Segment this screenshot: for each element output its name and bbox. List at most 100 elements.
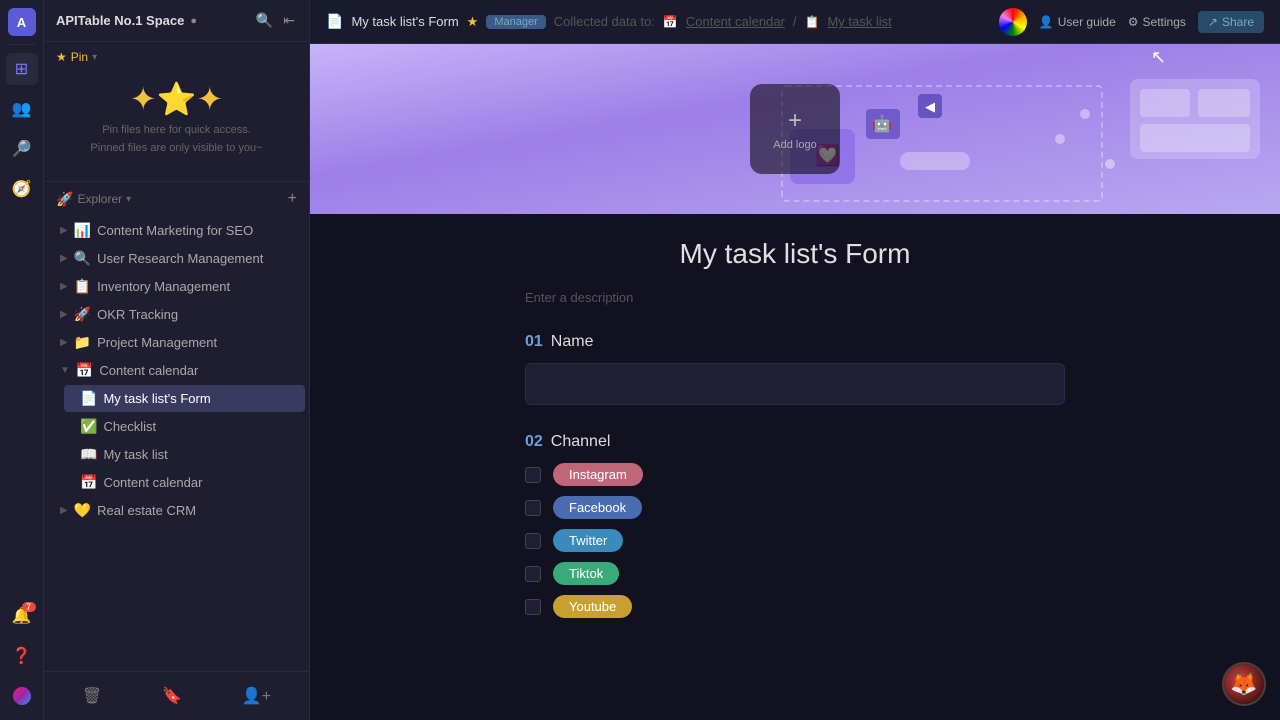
bottom-right-avatar[interactable]: 🦊	[1222, 662, 1266, 706]
channel-option-twitter[interactable]: Twitter	[525, 529, 1065, 552]
channel-option-instagram[interactable]: Instagram	[525, 463, 1065, 486]
sidebar-header: APITable No.1 Space ● 🔍 ⇤	[44, 0, 309, 42]
instagram-checkbox[interactable]	[525, 467, 541, 483]
rail-divider	[8, 44, 36, 45]
search-rail-icon[interactable]: 🔎	[6, 133, 38, 165]
add-member-button[interactable]: 👤+	[234, 682, 279, 710]
user-guide-button[interactable]: 👤 User guide	[1039, 15, 1116, 29]
item-icon: 📁	[74, 334, 91, 351]
tiktok-checkbox[interactable]	[525, 566, 541, 582]
item-label: My task list	[103, 447, 167, 462]
collected-label: Collected data to:	[554, 14, 655, 29]
sidebar-item-content-cal[interactable]: 📅 Content calendar	[64, 469, 305, 496]
delete-button[interactable]: 🗑	[74, 682, 110, 710]
add-logo-label: Add logo	[773, 139, 816, 151]
instagram-tag[interactable]: Instagram	[553, 463, 643, 486]
item-icon: 📋	[74, 278, 91, 295]
svg-text:🤖: 🤖	[872, 114, 892, 133]
channel-name-label: Channel	[551, 433, 611, 451]
item-icon: 📖	[80, 446, 97, 463]
channel-option-facebook[interactable]: Facebook	[525, 496, 1065, 519]
rainbow-icon[interactable]	[999, 8, 1027, 36]
youtube-checkbox[interactable]	[525, 599, 541, 615]
form-name: My task list's Form	[351, 14, 458, 29]
item-label: Content calendar	[103, 475, 202, 490]
share-button[interactable]: ↗ Share	[1198, 11, 1264, 33]
icon-rail: A ⊞ 👥 🔎 🧭 🔔 7 ❓	[0, 0, 44, 720]
add-logo-button[interactable]: + Add logo	[750, 84, 840, 174]
item-label: Content Marketing for SEO	[97, 223, 253, 238]
people-icon[interactable]: 👥	[6, 93, 38, 125]
item-label: My task list's Form	[103, 391, 210, 406]
content-calendar-link[interactable]: Content calendar	[686, 14, 785, 29]
explorer-add-button[interactable]: +	[288, 190, 297, 208]
explorer-label[interactable]: 🚀 Explorer ▾	[56, 191, 131, 208]
chevron-icon: ▶	[60, 253, 68, 264]
sidebar-tree: ▶ 📊 Content Marketing for SEO ▶ 🔍 User R…	[44, 216, 309, 671]
sidebar-title: APITable No.1 Space ●	[56, 13, 197, 28]
field-number-02: 02	[525, 433, 543, 451]
twitter-tag[interactable]: Twitter	[553, 529, 623, 552]
search-button[interactable]: 🔍	[254, 10, 275, 31]
sidebar-item-content-marketing[interactable]: ▶ 📊 Content Marketing for SEO	[48, 217, 305, 244]
sidebar-item-my-task-list[interactable]: 📖 My task list	[64, 441, 305, 468]
task-list-link[interactable]: My task list	[827, 14, 891, 29]
item-label: Project Management	[97, 335, 217, 350]
name-input[interactable]	[525, 363, 1065, 405]
tiktok-tag[interactable]: Tiktok	[553, 562, 619, 585]
topbar-right: 👤 User guide ⚙ Settings ↗ Share	[999, 8, 1264, 36]
item-label: User Research Management	[97, 251, 263, 266]
sidebar-title-text: APITable No.1 Space	[56, 13, 184, 28]
sidebar-item-checklist[interactable]: ✅ Checklist	[64, 413, 305, 440]
channel-field-label: 02 Channel	[525, 433, 1065, 451]
chevron-icon: ▼	[60, 365, 70, 376]
bookmark-button[interactable]: 🔖	[154, 682, 190, 710]
sidebar-item-project[interactable]: ▶ 📁 Project Management	[48, 329, 305, 356]
sidebar-item-inventory[interactable]: ▶ 📋 Inventory Management	[48, 273, 305, 300]
content-calendar-children: 📄 My task list's Form ✅ Checklist 📖 My t…	[60, 385, 309, 496]
pin-area: ★ Pin ▾ ✦⭐✦ Pin files here for quick acc…	[44, 42, 309, 182]
sidebar: APITable No.1 Space ● 🔍 ⇤ ★ Pin ▾ ✦⭐✦ Pi…	[44, 0, 310, 720]
sidebar-item-my-task-form[interactable]: 📄 My task list's Form	[64, 385, 305, 412]
sidebar-item-user-research[interactable]: ▶ 🔍 User Research Management	[48, 245, 305, 272]
channel-option-youtube[interactable]: Youtube	[525, 595, 1065, 618]
field-name-label: Name	[551, 333, 594, 351]
form-area: 💟 ◀ 🤖 + Add logo	[310, 44, 1280, 720]
sidebar-item-real-estate[interactable]: ▶ 💛 Real estate CRM	[48, 497, 305, 524]
star-icon[interactable]: ★	[467, 14, 479, 30]
pin-button[interactable]: ★ Pin ▾	[56, 50, 97, 64]
home-icon[interactable]: ⊞	[6, 53, 38, 85]
item-icon: 📊	[74, 222, 91, 239]
help-icon[interactable]: ❓	[6, 640, 38, 672]
settings-button[interactable]: ⚙ Settings	[1128, 15, 1186, 29]
item-label: Real estate CRM	[97, 503, 196, 518]
avatar-image: 🦊	[1224, 664, 1264, 704]
topbar: 📄 My task list's Form ★ Manager Collecte…	[310, 0, 1280, 44]
sidebar-item-content-calendar[interactable]: ▼ 📅 Content calendar	[48, 357, 305, 384]
facebook-tag[interactable]: Facebook	[553, 496, 642, 519]
form-title: My task list's Form	[525, 238, 1065, 270]
channel-field: 02 Channel Instagram Facebook Twitter	[525, 433, 1065, 618]
chevron-icon: ▶	[60, 225, 68, 236]
facebook-checkbox[interactable]	[525, 500, 541, 516]
svg-text:◀: ◀	[925, 99, 935, 114]
manager-badge: Manager	[486, 15, 545, 29]
form-description[interactable]: Enter a description	[525, 290, 1065, 305]
twitter-checkbox[interactable]	[525, 533, 541, 549]
youtube-tag[interactable]: Youtube	[553, 595, 632, 618]
sidebar-item-okr[interactable]: ▶ 🚀 OKR Tracking	[48, 301, 305, 328]
notification-icon[interactable]: 🔔 7	[6, 600, 38, 632]
collapse-sidebar-button[interactable]: ⇤	[281, 10, 297, 31]
field-number-01: 01	[525, 333, 543, 351]
breadcrumb-separator: /	[793, 14, 797, 29]
sidebar-actions: 🔍 ⇤	[254, 10, 297, 31]
item-label: Checklist	[103, 419, 156, 434]
hero-banner: 💟 ◀ 🤖 + Add logo	[310, 44, 1280, 214]
compass-icon[interactable]: 🧭	[6, 173, 38, 205]
topbar-left: 📄 My task list's Form ★ Manager Collecte…	[326, 13, 892, 30]
sidebar-footer: 🗑 🔖 👤+	[44, 671, 309, 720]
channel-option-tiktok[interactable]: Tiktok	[525, 562, 1065, 585]
user-avatar[interactable]: A	[8, 8, 36, 36]
app-icon[interactable]	[6, 680, 38, 712]
item-icon: ✅	[80, 418, 97, 435]
